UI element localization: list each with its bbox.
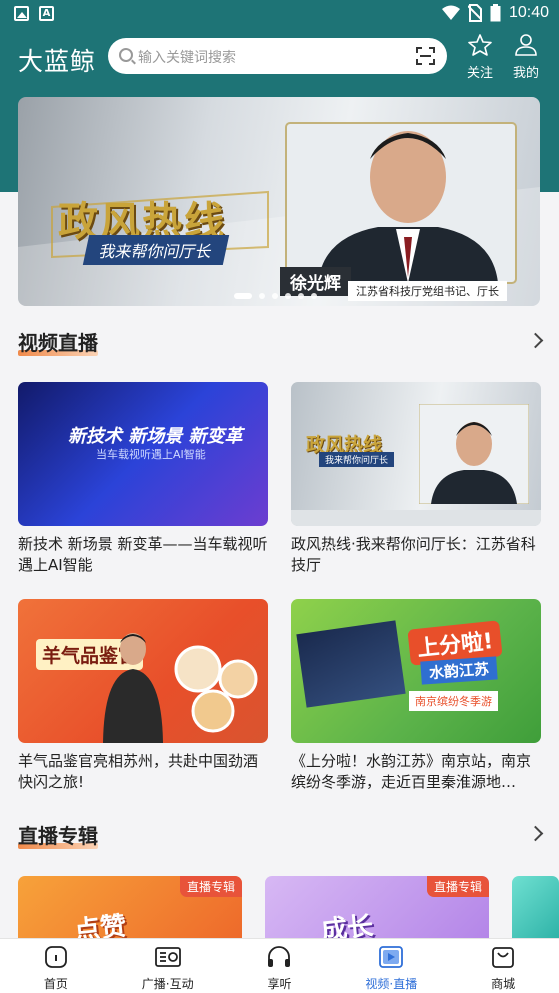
album-card[interactable] — [512, 876, 559, 938]
status-bar: A 10:40 — [0, 0, 559, 28]
tab-label: 享听 — [267, 977, 292, 991]
food-image — [174, 645, 258, 733]
chevron-right-icon[interactable] — [527, 332, 544, 349]
video-title[interactable]: 新技术 新场景 新变革——当车载视听遇上AI智能 — [18, 534, 268, 576]
search-icon — [119, 48, 133, 62]
search-input[interactable]: 输入关键词搜索 — [138, 47, 236, 67]
headphones-icon — [268, 946, 291, 967]
carousel-dot[interactable] — [259, 293, 265, 299]
follow-button[interactable]: 关注 — [462, 34, 498, 81]
video-title[interactable]: 政风热线·我来帮你问厅长：江苏省科技厅 — [291, 534, 541, 576]
album-badge: 直播专辑 — [426, 876, 489, 897]
carousel-dot[interactable] — [311, 293, 317, 299]
carousel-indicator — [234, 293, 317, 299]
portrait-image — [419, 404, 529, 504]
banner-caption: 江苏省科技厅党组书记、厅长 — [348, 281, 507, 301]
video-card[interactable]: 新技术 新场景 新变革 当车载视听遇上AI智能 新技术 新场景 新变革——当车载… — [18, 382, 268, 576]
chevron-right-icon[interactable] — [527, 825, 544, 842]
section-title-text: 直播专辑 — [18, 824, 98, 848]
wifi-icon — [441, 5, 460, 20]
banner-name: 徐光辉 — [280, 267, 351, 296]
video-play-icon — [379, 946, 404, 968]
radio-icon — [154, 947, 181, 967]
no-sim-icon — [467, 4, 482, 22]
thumbnail-footer — [291, 510, 541, 526]
video-title[interactable]: 羊气品鉴官亮相苏州，共赴中国劲酒快闪之旅! — [18, 751, 268, 793]
thumbnail-title: 新技术 新场景 新变革 — [68, 426, 243, 447]
app-logo[interactable]: 大蓝鲸 — [18, 42, 96, 78]
thumbnail-subtitle: 南京缤纷冬季游 — [409, 691, 498, 711]
star-icon — [468, 34, 492, 56]
battery-icon — [490, 4, 501, 22]
carousel-dot[interactable] — [272, 293, 278, 299]
album-thumbnail-text: 成长 — [319, 911, 375, 938]
carousel-dot[interactable] — [285, 293, 291, 299]
thumbnail-subtitle: 当车载视听遇上AI智能 — [96, 448, 206, 461]
carousel-dot[interactable] — [234, 293, 252, 299]
album-card[interactable]: 点赞 直播专辑 — [18, 876, 242, 938]
scan-icon[interactable] — [416, 47, 435, 65]
tab-home[interactable]: 首页 — [0, 939, 112, 993]
section-title-live-albums: 直播专辑 — [18, 820, 98, 849]
video-thumbnail[interactable]: 政风热线 我来帮你问厅长 — [291, 382, 541, 526]
me-label: 我的 — [512, 66, 539, 81]
app-header: 大蓝鲸 输入关键词搜索 关注 我的 — [0, 28, 559, 86]
tab-video-live[interactable]: 视频·直播 — [335, 939, 447, 993]
person-image — [103, 633, 163, 743]
hero-banner[interactable]: 政风热线 我来帮你问厅长 徐光辉 江苏省科技厅党组书记、厅长 — [18, 97, 540, 306]
search-box[interactable]: 输入关键词搜索 — [108, 38, 447, 74]
banner-subtitle: 我来帮你问厅长 — [82, 235, 230, 265]
bottom-tab-bar: 首页 广播·互动 享听 视频·直播 商城 — [0, 938, 559, 993]
video-card[interactable]: 羊气品鉴官 羊气品鉴官亮相苏州，共赴中国劲酒快闪之旅! — [18, 599, 268, 793]
tab-label: 视频·直播 — [365, 977, 418, 991]
tab-label: 商城 — [491, 977, 516, 991]
video-card[interactable]: 政风热线 我来帮你问厅长 政风热线·我来帮你问厅长：江苏省科技厅 — [291, 382, 541, 576]
video-thumbnail[interactable]: 新技术 新场景 新变革 当车载视听遇上AI智能 — [18, 382, 268, 526]
tab-radio-interaction[interactable]: 广播·互动 — [112, 939, 224, 993]
user-icon — [515, 34, 537, 56]
follow-label: 关注 — [466, 66, 493, 81]
video-thumbnail[interactable]: 羊气品鉴官 — [18, 599, 268, 743]
image-icon — [14, 6, 29, 21]
shopping-bag-icon — [492, 947, 514, 968]
tab-label: 首页 — [43, 977, 68, 991]
thumbnail-subtitle: 我来帮你问厅长 — [319, 452, 395, 467]
section-title-video-live: 视频直播 — [18, 327, 98, 356]
video-thumbnail[interactable]: 上分啦! 水韵江苏 南京缤纷冬季游 — [291, 599, 541, 743]
album-thumbnail-text: 点赞 — [72, 911, 128, 938]
section-title-text: 视频直播 — [18, 331, 98, 355]
tab-label: 广播·互动 — [141, 977, 194, 991]
city-night-image — [296, 620, 406, 708]
tab-listen[interactable]: 享听 — [224, 939, 336, 993]
video-card[interactable]: 上分啦! 水韵江苏 南京缤纷冬季游 《上分啦！水韵江苏》南京站，南京缤纷冬季游，… — [291, 599, 541, 793]
a-icon: A — [39, 6, 54, 21]
carousel-dot[interactable] — [298, 293, 304, 299]
tab-mall[interactable]: 商城 — [447, 939, 559, 993]
album-card[interactable]: 成长 直播专辑 — [265, 876, 489, 938]
video-title[interactable]: 《上分啦！水韵江苏》南京站，南京缤纷冬季游，走近百里秦淮源地… — [291, 751, 541, 793]
clock: 10:40 — [508, 4, 549, 21]
thumbnail-midtitle: 水韵江苏 — [420, 656, 498, 685]
home-icon — [44, 946, 67, 968]
album-badge: 直播专辑 — [179, 876, 242, 897]
me-button[interactable]: 我的 — [508, 34, 544, 81]
